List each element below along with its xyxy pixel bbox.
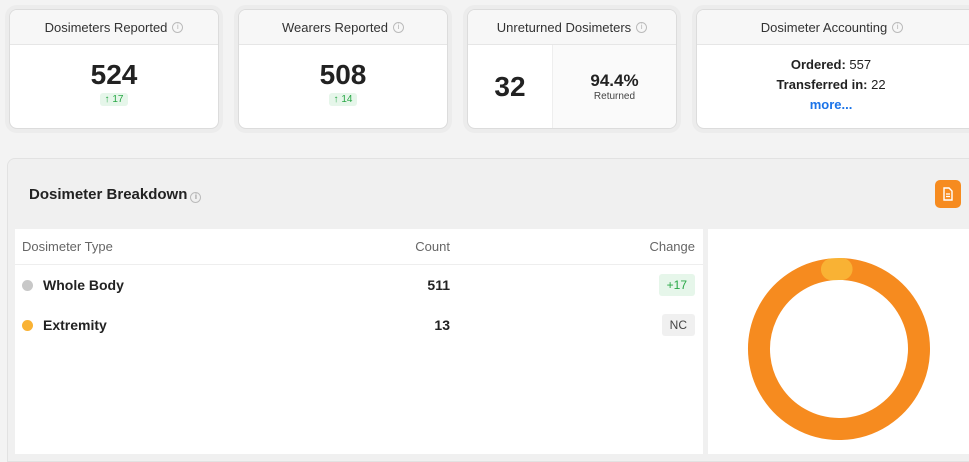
card-header: Wearers Reported i <box>239 10 447 45</box>
info-icon[interactable]: i <box>393 22 404 33</box>
returned-percent: 94.4% <box>590 71 638 91</box>
ordered-line: Ordered: 557 <box>697 55 965 75</box>
returned-label: Returned <box>594 91 635 102</box>
card-dosimeter-accounting: Dosimeter Accounting i Ordered: 557 Tran… <box>696 9 969 129</box>
transferred-value: 22 <box>871 77 885 92</box>
card-title: Dosimeter Accounting <box>761 20 887 35</box>
transferred-label: Transferred in: <box>776 77 867 92</box>
unreturned-value: 32 <box>494 71 525 103</box>
donut-chart-svg <box>708 229 969 454</box>
card-header: Unreturned Dosimeters i <box>468 10 676 45</box>
card-wearers-reported: Wearers Reported i 508 ↑ 14 <box>238 9 448 129</box>
type-label: Whole Body <box>43 277 124 293</box>
card-header: Dosimeters Reported i <box>10 10 218 45</box>
info-icon[interactable]: i <box>190 192 201 203</box>
col-change-header[interactable]: Change <box>450 239 703 254</box>
export-pdf-button[interactable] <box>935 180 961 208</box>
donut-slice-whole-body[interactable] <box>759 269 919 429</box>
card-title: Unreturned Dosimeters <box>497 20 631 35</box>
col-type-header[interactable]: Dosimeter Type <box>15 239 412 254</box>
type-label: Extremity <box>43 317 107 333</box>
card-unreturned-dosimeters: Unreturned Dosimeters i 32 94.4% Returne… <box>467 9 677 129</box>
info-icon[interactable]: i <box>172 22 183 33</box>
table-row[interactable]: Extremity 13 NC <box>15 305 703 345</box>
ordered-label: Ordered: <box>791 57 846 72</box>
ordered-value: 557 <box>849 57 871 72</box>
card-title: Dosimeters Reported <box>45 20 168 35</box>
dosimeters-reported-value: 524 <box>91 59 138 91</box>
card-title: Wearers Reported <box>282 20 388 35</box>
card-header: Dosimeter Accounting i <box>697 10 969 45</box>
arrow-up-icon: ↑ <box>105 94 110 105</box>
arrow-up-icon: ↑ <box>334 94 339 105</box>
table-header: Dosimeter Type Count Change <box>15 229 703 265</box>
panel-title: Dosimeter Breakdowni <box>29 186 201 203</box>
info-icon[interactable]: i <box>892 22 903 33</box>
count-value: 13 <box>412 317 450 333</box>
count-value: 511 <box>412 277 450 293</box>
info-icon[interactable]: i <box>636 22 647 33</box>
breakdown-table: Dosimeter Type Count Change Whole Body 5… <box>15 229 703 454</box>
more-link[interactable]: more... <box>697 95 965 115</box>
change-badge: NC <box>662 314 695 336</box>
card-dosimeters-reported: Dosimeters Reported i 524 ↑ 17 <box>9 9 219 129</box>
document-icon <box>942 187 954 201</box>
delta-badge: ↑ 17 <box>100 93 129 106</box>
delta-badge: ↑ 14 <box>329 93 358 106</box>
legend-dot <box>22 320 33 331</box>
change-badge: +17 <box>659 274 695 296</box>
wearers-reported-value: 508 <box>320 59 367 91</box>
dosimeter-breakdown-panel: Dosimeter Breakdowni Dosimeter Type Coun… <box>7 158 969 462</box>
legend-dot <box>22 280 33 291</box>
transferred-line: Transferred in: 22 <box>697 75 965 95</box>
col-count-header[interactable]: Count <box>412 239 450 254</box>
donut-chart <box>708 229 969 454</box>
table-row[interactable]: Whole Body 511 +17 <box>15 265 703 305</box>
